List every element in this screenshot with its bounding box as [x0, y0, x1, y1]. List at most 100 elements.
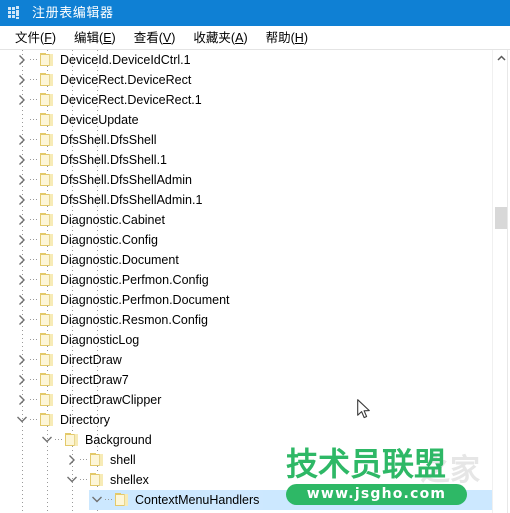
- chevron-right-icon[interactable]: [14, 130, 30, 150]
- folder-icon: [39, 170, 56, 190]
- tree-item[interactable]: DeviceRect.DeviceRect: [0, 70, 492, 90]
- tree-item[interactable]: DirectDrawClipper: [0, 390, 492, 410]
- chevron-right-icon[interactable]: [14, 310, 30, 330]
- folder-icon: [39, 130, 56, 150]
- chevron-right-icon[interactable]: [14, 150, 30, 170]
- chevron-right-icon[interactable]: [14, 390, 30, 410]
- tree-connector-line: [80, 470, 89, 490]
- chevron-right-icon[interactable]: [14, 290, 30, 310]
- chevron-right-icon[interactable]: [14, 270, 30, 290]
- indent-spacer: [0, 150, 14, 170]
- menu-item-label: 帮助: [265, 31, 291, 45]
- tree-item[interactable]: DfsShell.DfsShellAdmin: [0, 170, 492, 190]
- tree-item[interactable]: DirectDraw7: [0, 370, 492, 390]
- tree-item[interactable]: Diagnostic.Perfmon.Document: [0, 290, 492, 310]
- chevron-right-icon[interactable]: [14, 70, 30, 90]
- tree-connector-line: [30, 110, 39, 130]
- tree-item-label: DfsShell.DfsShell.1: [60, 153, 167, 167]
- chevron-right-icon[interactable]: [14, 350, 30, 370]
- tree-item-label: Diagnostic.Resmon.Config: [60, 313, 208, 327]
- folder-icon: [39, 330, 56, 350]
- registry-key-tree[interactable]: DeviceId.DeviceIdCtrl.1 DeviceRect.Device…: [0, 50, 492, 513]
- tree-item[interactable]: Diagnostic.Resmon.Config: [0, 310, 492, 330]
- folder-icon: [39, 370, 56, 390]
- folder-icon: [39, 150, 56, 170]
- chevron-down-icon[interactable]: [89, 490, 105, 510]
- indent-spacer: [0, 130, 14, 150]
- menu-view[interactable]: 查看(V): [125, 28, 185, 48]
- folder-icon: [39, 50, 56, 70]
- tree-connector-line: [30, 190, 39, 210]
- tree-item[interactable]: Diagnostic.Document: [0, 250, 492, 270]
- indent-spacer: [0, 170, 14, 190]
- chevron-right-icon[interactable]: [14, 370, 30, 390]
- menu-bar: 文件(F) 编辑(E) 查看(V) 收藏夹(A) 帮助(H): [0, 26, 510, 50]
- menu-favorites[interactable]: 收藏夹(A): [184, 28, 256, 48]
- tree-item[interactable]: Diagnostic.Cabinet: [0, 210, 492, 230]
- indent-spacer: [0, 370, 14, 390]
- menu-file[interactable]: 文件(F): [6, 28, 65, 48]
- menu-help[interactable]: 帮助(H): [257, 28, 317, 48]
- tree-item[interactable]: DirectDraw: [0, 350, 492, 370]
- chevron-right-icon[interactable]: [14, 210, 30, 230]
- tree-item-label: DirectDrawClipper: [60, 393, 162, 407]
- tree-item[interactable]: DeviceRect.DeviceRect.1: [0, 90, 492, 110]
- chevron-right-icon[interactable]: [64, 450, 80, 470]
- tree-item[interactable]: shell: [0, 450, 492, 470]
- chevron-right-icon[interactable]: [14, 190, 30, 210]
- tree-item-label: Directory: [60, 413, 111, 427]
- indent-spacer: [0, 390, 14, 410]
- tree-connector-line: [30, 90, 39, 110]
- indent-spacer: [0, 470, 64, 490]
- tree-item[interactable]: Background: [0, 430, 492, 450]
- tree-item-label: DeviceRect.DeviceRect: [60, 73, 192, 87]
- indent-spacer: [0, 430, 39, 450]
- tree-item-label: DfsShell.DfsShellAdmin: [60, 173, 192, 187]
- tree-connector-line: [30, 230, 39, 250]
- tree-item[interactable]: DfsShell.DfsShellAdmin.1: [0, 190, 492, 210]
- tree-item-label: shell: [110, 453, 136, 467]
- registry-editor-window: 注册表编辑器 文件(F) 编辑(E) 查看(V) 收藏夹(A) 帮助(H) Device…: [0, 0, 510, 513]
- tree-item[interactable]: DeviceUpdate: [0, 110, 492, 130]
- chevron-right-icon[interactable]: [14, 250, 30, 270]
- tree-item[interactable]: DfsShell.DfsShell: [0, 130, 492, 150]
- chevron-right-icon[interactable]: [14, 230, 30, 250]
- tree-item[interactable]: ContextMenuHandlers: [0, 490, 492, 510]
- tree-item[interactable]: DfsShell.DfsShell.1: [0, 150, 492, 170]
- indent-spacer: [0, 90, 14, 110]
- tree-item-label: Diagnostic.Perfmon.Config: [60, 273, 209, 287]
- tree-item[interactable]: DiagnosticLog: [0, 330, 492, 350]
- chevron-down-icon[interactable]: [64, 470, 80, 490]
- chevron-up-icon: [497, 55, 506, 61]
- chevron-right-icon[interactable]: [14, 50, 30, 70]
- tree-connector-line: [30, 130, 39, 150]
- tree-connector-line: [30, 410, 39, 430]
- tree-connector-line: [30, 70, 39, 90]
- menu-edit[interactable]: 编辑(E): [65, 28, 125, 48]
- tree-item-label: Background: [85, 433, 152, 447]
- tree-connector-line: [30, 350, 39, 370]
- tree-item[interactable]: Directory: [0, 410, 492, 430]
- tree-item-label: Diagnostic.Perfmon.Document: [60, 293, 230, 307]
- tree-connector-line: [105, 490, 114, 510]
- chevron-down-icon[interactable]: [14, 410, 30, 430]
- chevron-right-icon[interactable]: [14, 170, 30, 190]
- tree-leaf-spacer: [14, 330, 30, 350]
- tree-leaf-spacer: [14, 110, 30, 130]
- tree-connector-line: [30, 170, 39, 190]
- folder-icon: [39, 190, 56, 210]
- folder-icon: [39, 310, 56, 330]
- tree-item[interactable]: shellex: [0, 470, 492, 490]
- tree-item[interactable]: Diagnostic.Perfmon.Config: [0, 270, 492, 290]
- folder-icon: [39, 390, 56, 410]
- menu-item-mnemonic: F: [44, 31, 52, 45]
- tree-connector-line: [30, 370, 39, 390]
- folder-icon: [39, 350, 56, 370]
- tree-item[interactable]: Diagnostic.Config: [0, 230, 492, 250]
- chevron-down-icon[interactable]: [39, 430, 55, 450]
- tree-connector-line: [30, 290, 39, 310]
- tree-item[interactable]: DeviceId.DeviceIdCtrl.1: [0, 50, 492, 70]
- folder-icon: [39, 230, 56, 250]
- menu-item-mnemonic: A: [235, 31, 244, 45]
- chevron-right-icon[interactable]: [14, 90, 30, 110]
